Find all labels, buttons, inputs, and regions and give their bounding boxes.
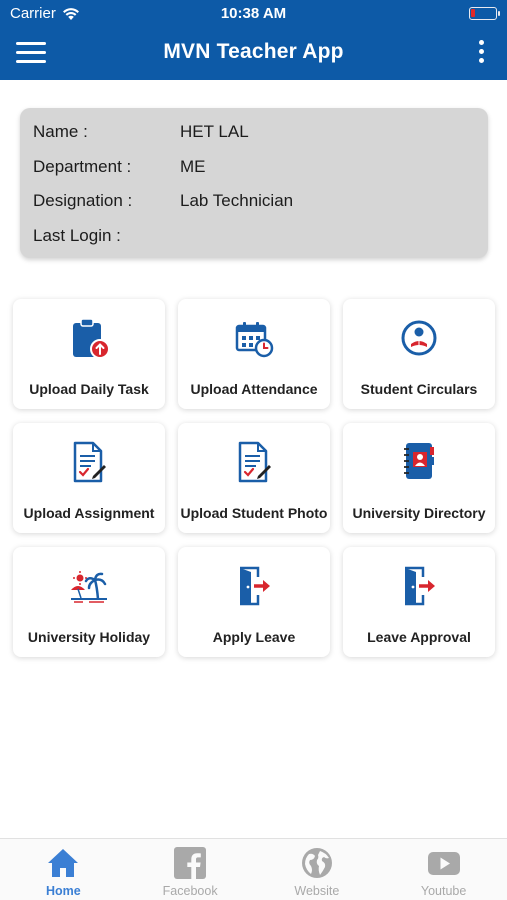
directory-book-icon <box>404 443 434 479</box>
app-header-background: Carrier 10:38 AM MVN Teacher App <box>0 0 507 80</box>
profile-row-designation: Designation : Lab Technician <box>33 191 475 226</box>
tab-label: Youtube <box>420 884 467 898</box>
exit-door-icon <box>405 566 435 606</box>
tile-label: Upload Daily Task <box>29 381 149 397</box>
status-bar: Carrier 10:38 AM <box>0 0 507 28</box>
tile-label: Upload Assignment <box>23 505 155 521</box>
battery-level <box>471 9 475 17</box>
student-reading-icon <box>401 320 437 356</box>
tab-website[interactable]: Website <box>254 839 381 900</box>
tile-student-circulars[interactable]: Student Circulars <box>343 299 495 409</box>
tile-label: Leave Approval <box>367 629 471 645</box>
bottom-tab-bar: Home Facebook Website Youtube <box>0 838 507 900</box>
home-icon <box>48 849 79 877</box>
tile-university-directory[interactable]: University Directory <box>343 423 495 533</box>
profile-value: HET LAL <box>180 122 249 141</box>
tile-label: University Directory <box>352 505 486 521</box>
document-edit-icon <box>73 441 106 483</box>
profile-value: ME <box>180 156 206 176</box>
profile-label: Last Login : <box>33 225 121 245</box>
tile-leave-approval[interactable]: Leave Approval <box>343 547 495 657</box>
tab-home[interactable]: Home <box>0 839 127 900</box>
status-time: 10:38 AM <box>220 5 287 22</box>
tile-upload-attendance[interactable]: Upload Attendance <box>178 299 330 409</box>
calendar-clock-icon <box>235 322 274 358</box>
beach-holiday-icon <box>71 571 107 603</box>
tab-label: Home <box>46 884 81 898</box>
profile-row-last-login: Last Login : <box>33 226 475 261</box>
app-bar: MVN Teacher App <box>0 28 507 80</box>
profile-label: Name : <box>33 122 88 141</box>
clipboard-upload-icon <box>73 318 109 359</box>
exit-door-icon <box>240 566 270 606</box>
tile-upload-assignment[interactable]: Upload Assignment <box>13 423 165 533</box>
tab-youtube[interactable]: Youtube <box>380 839 507 900</box>
youtube-icon <box>427 852 460 875</box>
tab-label: Website <box>294 884 340 898</box>
profile-row-name: Name : HET LAL <box>33 122 475 157</box>
page-title: MVN Teacher App <box>163 40 344 63</box>
tile-label: Apply Leave <box>212 629 296 645</box>
tab-facebook[interactable]: Facebook <box>127 839 254 900</box>
facebook-icon <box>174 847 207 879</box>
more-options-icon[interactable] <box>479 40 485 66</box>
tile-label: Upload Attendance <box>190 381 318 397</box>
profile-label: Department : <box>33 156 132 176</box>
profile-value: Lab Technician <box>180 191 294 210</box>
document-edit-icon <box>238 441 271 483</box>
profile-card: Name : HET LAL Department : ME Designati… <box>20 108 488 258</box>
tile-university-holiday[interactable]: University Holiday <box>13 547 165 657</box>
tile-apply-leave[interactable]: Apply Leave <box>178 547 330 657</box>
feature-grid: Upload Daily Task Upload Attendance Stud… <box>13 299 495 657</box>
globe-icon <box>301 848 332 878</box>
profile-label: Designation : <box>33 191 133 210</box>
tab-label: Facebook <box>162 884 218 898</box>
tile-label: University Holiday <box>27 629 151 645</box>
tile-upload-daily-task[interactable]: Upload Daily Task <box>13 299 165 409</box>
profile-row-department: Department : ME <box>33 157 475 192</box>
tile-label: Upload Student Photo <box>180 505 328 521</box>
battery-icon <box>469 7 500 20</box>
tile-upload-student-photo[interactable]: Upload Student Photo <box>178 423 330 533</box>
tile-label: Student Circulars <box>360 381 478 397</box>
